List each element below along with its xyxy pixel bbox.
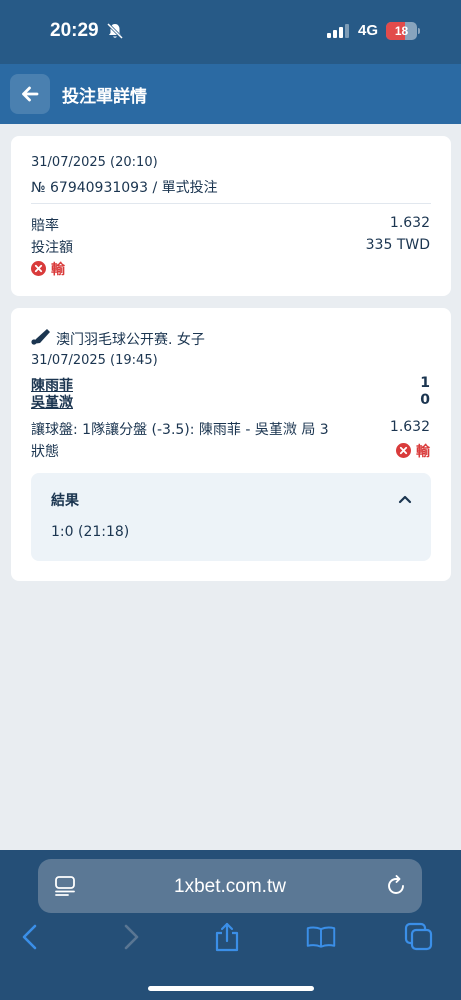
odds-label: 賠率: [31, 218, 59, 234]
tabs-icon[interactable]: [404, 922, 434, 952]
app-header: 投注單詳情: [0, 64, 461, 124]
bet-summary-card: 31/07/2025 (20:10) № 67940931093 / 單式投注 …: [11, 136, 451, 296]
close-circle-icon: [31, 261, 46, 276]
chevron-up-icon[interactable]: [397, 491, 413, 507]
bet-result-status: 輸: [31, 259, 65, 279]
stake-value: 335 TWD: [365, 237, 430, 253]
lose-label: 輸: [51, 262, 65, 278]
market-description: 讓球盤: 1隊讓分盤 (-3.5): 陳雨菲 - 吳堇溦 局 3: [31, 422, 329, 438]
event-card: 澳门羽毛球公开赛. 女子 31/07/2025 (19:45) 陳雨菲 1 吳堇…: [11, 308, 451, 581]
back-nav-icon[interactable]: [16, 922, 46, 952]
battery-icon: 18: [386, 22, 420, 40]
bookmarks-icon[interactable]: [306, 922, 336, 952]
team2-score: 0: [420, 392, 430, 408]
url-bar[interactable]: 1xbet.com.tw: [38, 859, 422, 913]
home-indicator: [148, 986, 314, 991]
share-icon[interactable]: [212, 922, 242, 952]
back-button[interactable]: [10, 74, 50, 114]
status-bar: 20:29 4G 18: [0, 0, 461, 64]
lose-label: 輸: [416, 444, 430, 460]
bell-off-icon: [106, 22, 124, 40]
result-title: 結果: [51, 493, 79, 509]
odds-value: 1.632: [389, 215, 430, 231]
reload-icon[interactable]: [384, 874, 408, 898]
result-panel[interactable]: 結果 1:0 (21:18): [31, 473, 431, 561]
bet-number: № 67940931093 / 單式投注: [31, 180, 218, 196]
stake-label: 投注額: [31, 240, 73, 256]
team2-name[interactable]: 吳堇溦: [31, 392, 73, 412]
url-text[interactable]: 1xbet.com.tw: [38, 876, 422, 898]
arrow-left-icon: [22, 86, 39, 102]
event-result-status: 輸: [396, 441, 430, 461]
browser-toolbar: 1xbet.com.tw: [0, 850, 461, 1000]
bet-datetime: 31/07/2025 (20:10): [31, 155, 158, 170]
network-type: 4G: [358, 22, 379, 39]
event-datetime: 31/07/2025 (19:45): [31, 353, 158, 368]
shuttlecock-icon: [31, 329, 50, 345]
result-value: 1:0 (21:18): [51, 524, 130, 540]
status-time: 20:29: [50, 20, 99, 41]
forward-nav-icon[interactable]: [115, 922, 145, 952]
page-title: 投注單詳情: [62, 87, 147, 107]
market-odds: 1.632: [389, 419, 430, 435]
divider: [31, 203, 431, 204]
close-circle-icon: [396, 443, 411, 458]
tournament-name: 澳门羽毛球公开赛. 女子: [56, 332, 205, 348]
battery-level: 18: [394, 24, 409, 38]
status-label: 狀態: [31, 444, 59, 460]
cellular-signal-icon: [327, 24, 349, 38]
team1-score: 1: [420, 375, 430, 391]
